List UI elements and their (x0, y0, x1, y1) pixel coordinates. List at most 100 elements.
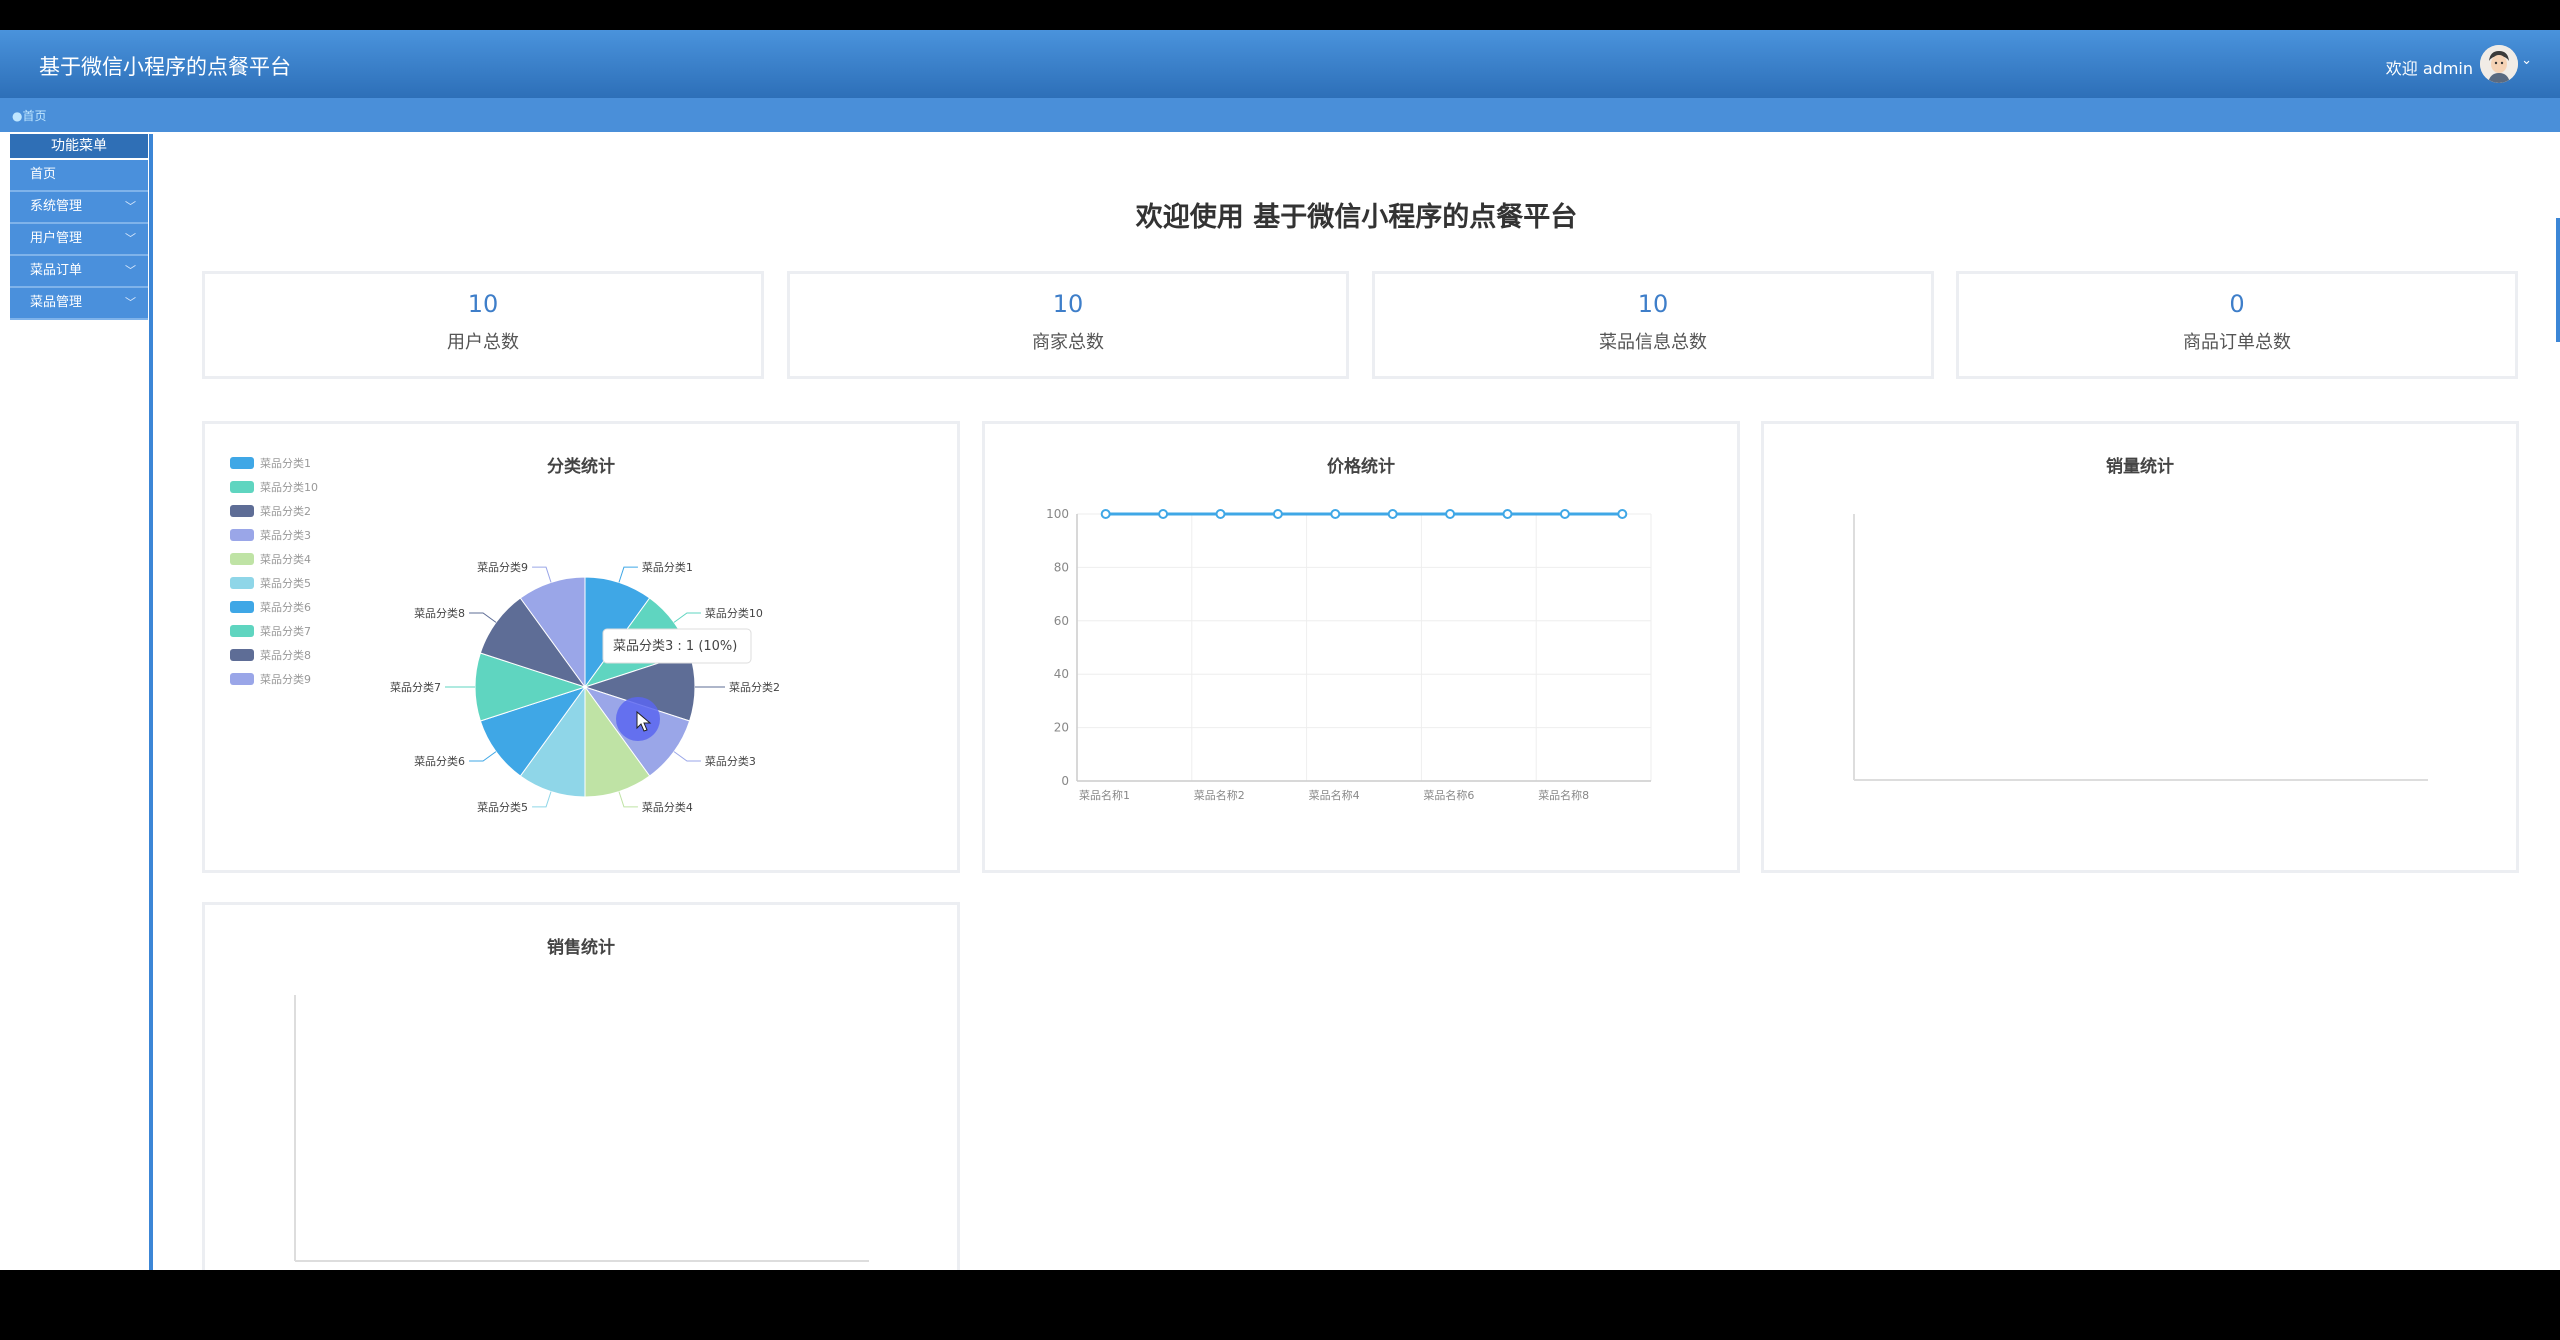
pie-label: 菜品分类1 (642, 560, 693, 574)
breadcrumb-home[interactable]: ●首页 (12, 107, 46, 124)
scroll-indicator[interactable] (2556, 218, 2560, 342)
pie-label-line (618, 791, 638, 808)
legend-label[interactable]: 菜品分类7 (260, 624, 311, 638)
tooltip-text: 菜品分类3 : 1 (10%) (613, 639, 737, 654)
sidebar-title: 功能菜单 (10, 134, 148, 160)
sidebar-item-system[interactable]: 系统管理 ﹀ (10, 192, 148, 224)
pie-label: 菜品分类4 (642, 800, 693, 814)
avatar[interactable] (2480, 45, 2518, 83)
user-avatar-icon (2480, 45, 2518, 83)
chevron-down-icon[interactable]: ⌄ (2521, 53, 2532, 68)
stat-card-orders: 0 商品订单总数 (1956, 271, 2518, 379)
pie-label: 菜品分类2 (729, 680, 780, 694)
x-tick-label: 菜品名称6 (1423, 788, 1474, 802)
data-point[interactable] (1330, 509, 1341, 519)
page-title: 欢迎使用 基于微信小程序的点餐平台 (1135, 202, 1578, 233)
legend-swatch[interactable] (230, 505, 254, 517)
pie-chart[interactable]: 菜品分类1 菜品分类10 菜品分类2 菜品分类3 菜品分类4 菜品分类5 菜品分类6 菜品分类… (205, 424, 957, 870)
category-pie-panel: 分类统计 菜品分类1 菜品分类10 菜品分类2 菜品分类3 菜品分类4 菜品分类5 菜品分类… (202, 421, 960, 873)
pie-label-line (618, 566, 638, 583)
sidebar-item-label: 用户管理 (30, 231, 83, 246)
sidebar-item-home[interactable]: 首页 (10, 160, 148, 192)
legend-label[interactable]: 菜品分类6 (260, 600, 311, 614)
legend-swatch[interactable] (230, 673, 254, 685)
legend-swatch[interactable] (230, 601, 254, 613)
stat-card-users: 10 用户总数 (202, 271, 764, 379)
chevron-down-icon: ﹀ (125, 264, 136, 277)
sidebar-item-label: 首页 (30, 167, 57, 182)
y-tick-label: 40 (1054, 667, 1069, 681)
pie-label: 菜品分类6 (414, 754, 465, 768)
x-tick-label: 菜品名称2 (1194, 788, 1245, 802)
chevron-down-icon: ﹀ (125, 232, 136, 245)
pie-label-line (532, 566, 552, 583)
x-tick-label: 菜品名称4 (1309, 788, 1360, 802)
y-tick-label: 80 (1054, 560, 1069, 574)
x-tick-label: 菜品名称1 (1079, 788, 1130, 802)
legend-label[interactable]: 菜品分类1 (260, 456, 311, 470)
pie-label-line (532, 791, 552, 808)
y-tick-label: 20 (1054, 721, 1069, 735)
data-point[interactable] (1272, 509, 1283, 519)
data-point[interactable] (1158, 509, 1169, 519)
data-point[interactable] (1215, 509, 1226, 519)
legend-label[interactable]: 菜品分类8 (260, 648, 311, 662)
pie-label: 菜品分类3 (705, 754, 756, 768)
stat-label: 菜品信息总数 (1599, 332, 1707, 353)
data-point[interactable] (1387, 509, 1398, 519)
legend-swatch[interactable] (230, 457, 254, 469)
sidebar-item-users[interactable]: 用户管理 ﹀ (10, 224, 148, 256)
sidebar-item-label: 菜品订单 (30, 263, 83, 278)
sidebar-item-orders[interactable]: 菜品订单 ﹀ (10, 256, 148, 288)
pie-label: 菜品分类8 (414, 606, 465, 620)
pie-label: 菜品分类10 (705, 606, 763, 620)
stat-label: 商家总数 (1032, 332, 1104, 353)
sidebar-item-label: 系统管理 (30, 199, 83, 214)
stat-label: 用户总数 (447, 332, 519, 353)
line-chart[interactable]: 0 20 40 60 80 100 菜品名称1 菜品名称2 菜品名称4 菜品名称6 菜品名称8 (985, 424, 1737, 870)
legend-swatch[interactable] (230, 481, 254, 493)
y-tick-label: 60 (1054, 614, 1069, 628)
pie-label: 菜品分类5 (477, 800, 528, 814)
legend-swatch[interactable] (230, 553, 254, 565)
y-tick-label: 100 (1046, 507, 1069, 521)
sales-amount-panel: 销售统计 (202, 902, 960, 1270)
sales-volume-panel: 销量统计 (1761, 421, 2519, 873)
legend-swatch[interactable] (230, 529, 254, 541)
legend-label[interactable]: 菜品分类2 (260, 504, 311, 518)
data-point[interactable] (1617, 509, 1628, 519)
pie-label-line (469, 612, 497, 623)
sales-amount-chart (294, 995, 869, 1262)
pie-label-line (673, 751, 701, 762)
legend-label[interactable]: 菜品分类9 (260, 672, 311, 686)
sidebar-item-label: 菜品管理 (30, 295, 83, 310)
pie-label: 菜品分类9 (477, 560, 528, 574)
y-tick-label: 0 (1061, 774, 1069, 788)
sidebar-item-dishes[interactable]: 菜品管理 ﹀ (10, 288, 148, 320)
sidebar-divider (149, 134, 153, 1270)
stat-card-dishes: 10 菜品信息总数 (1372, 271, 1934, 379)
pie-label-line (673, 612, 701, 623)
data-point[interactable] (1502, 509, 1513, 519)
pie-label: 菜品分类7 (390, 680, 441, 694)
legend-label[interactable]: 菜品分类5 (260, 576, 311, 590)
app-window: 基于微信小程序的点餐平台 欢迎 admin ⌄ ●首页 功能菜单 首页 系统管理… (0, 30, 2560, 1270)
stat-value: 10 (1637, 290, 1669, 318)
price-line-panel: 价格统计 0 20 40 60 80 100 菜品名称1 菜品名称2 菜品名称4 菜品名称6 菜品名… (982, 421, 1740, 873)
data-point[interactable] (1559, 509, 1570, 519)
data-point[interactable] (1445, 509, 1456, 519)
chevron-down-icon: ﹀ (125, 296, 136, 309)
data-point[interactable] (1100, 509, 1111, 519)
stat-value: 10 (1052, 290, 1084, 318)
chevron-down-icon: ﹀ (125, 200, 136, 213)
legend-label[interactable]: 菜品分类10 (260, 480, 318, 494)
legend-label[interactable]: 菜品分类3 (260, 528, 311, 542)
legend-swatch[interactable] (230, 625, 254, 637)
sales-volume-chart (1853, 514, 2428, 781)
stat-label: 商品订单总数 (2183, 332, 2291, 353)
stat-value: 10 (467, 290, 499, 318)
legend-label[interactable]: 菜品分类4 (260, 552, 311, 566)
legend-swatch[interactable] (230, 649, 254, 661)
legend-swatch[interactable] (230, 577, 254, 589)
stat-value: 0 (2229, 290, 2245, 318)
